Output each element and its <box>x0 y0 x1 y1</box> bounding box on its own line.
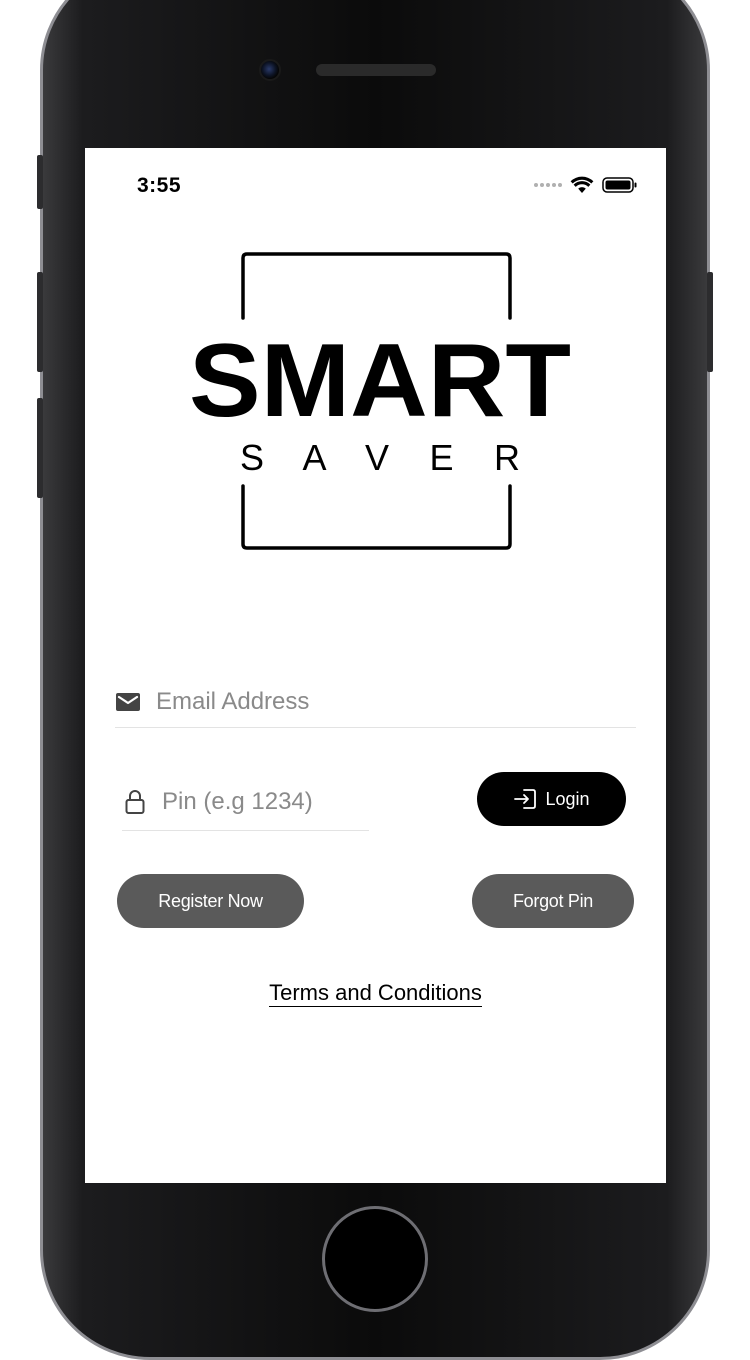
logo-word: SMART <box>189 323 571 439</box>
pin-field-row <box>122 774 369 831</box>
login-button[interactable]: Login <box>477 772 626 826</box>
terms-container: Terms and Conditions <box>85 980 666 1007</box>
volume-up-button <box>37 272 43 372</box>
email-input[interactable] <box>156 687 596 716</box>
status-icons <box>534 174 638 196</box>
email-field-row <box>115 676 636 728</box>
pin-input[interactable] <box>162 788 362 816</box>
wifi-icon <box>570 176 594 193</box>
home-button[interactable] <box>322 1206 428 1312</box>
power-button <box>707 272 713 372</box>
lock-icon <box>125 790 145 814</box>
battery-icon <box>602 177 637 193</box>
forgot-pin-button[interactable]: Forgot Pin <box>472 874 634 928</box>
smart-saver-logo: SMART S A V E R <box>189 252 571 550</box>
front-camera <box>259 59 281 81</box>
terms-and-conditions-link[interactable]: Terms and Conditions <box>269 980 482 1007</box>
login-icon <box>514 789 537 809</box>
logo-subword: S A V E R <box>240 437 520 478</box>
mute-switch <box>37 155 43 209</box>
login-label: Login <box>545 788 590 809</box>
earpiece-speaker <box>316 64 436 76</box>
mail-icon <box>116 692 140 711</box>
signal-icon <box>534 183 562 187</box>
status-time: 3:55 <box>137 174 182 197</box>
volume-down-button <box>37 398 43 498</box>
app-screen: 3:55 SMART S A V E R Email Address Pin (… <box>85 148 666 1183</box>
register-now-button[interactable]: Register Now <box>117 874 304 928</box>
